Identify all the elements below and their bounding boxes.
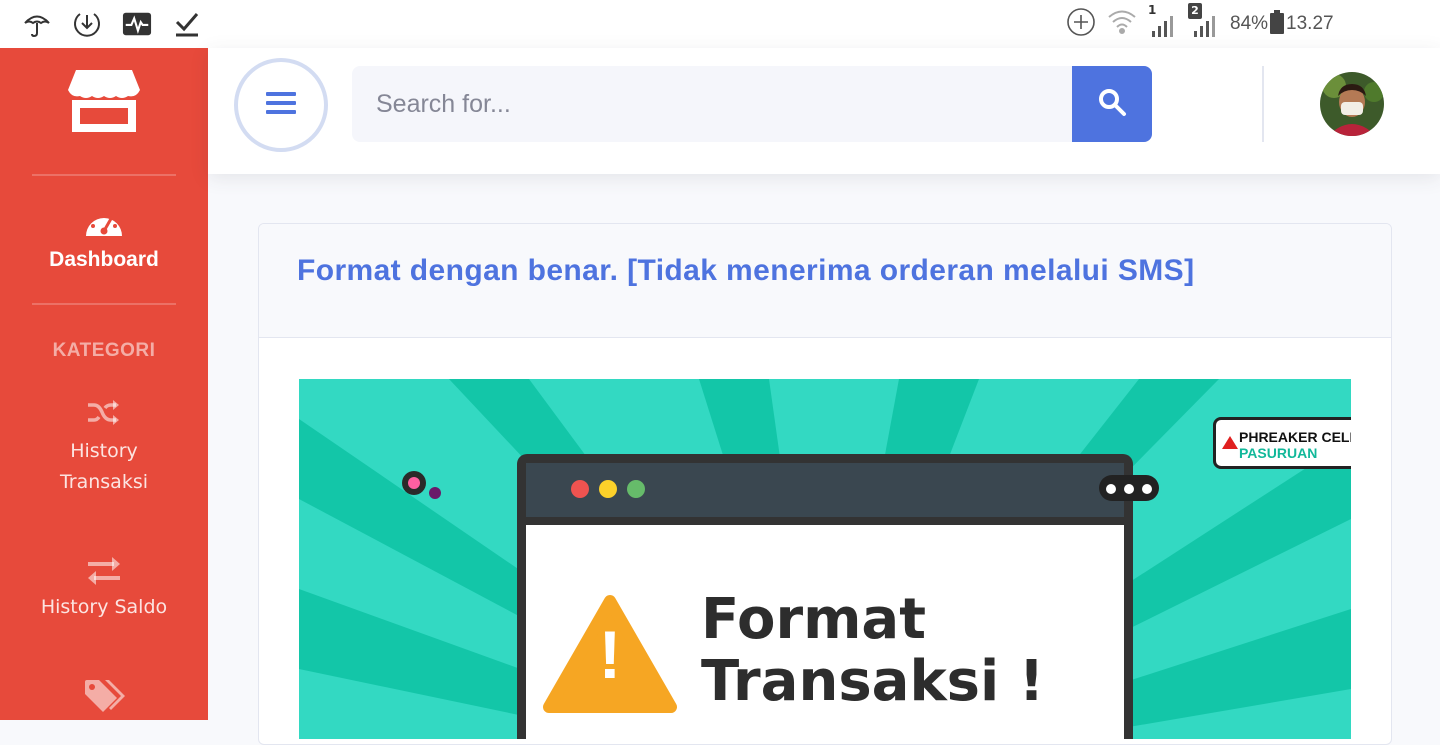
sidebar-item-label: Dashboard — [49, 248, 159, 271]
battery-percent: 84% — [1230, 13, 1269, 34]
exchange-icon — [86, 556, 122, 586]
battery-icon — [1270, 10, 1285, 38]
clock: 13.27 — [1286, 13, 1334, 34]
user-avatar[interactable] — [1320, 72, 1384, 136]
check-icon — [172, 8, 202, 40]
sidebar-item-history-transaksi[interactable]: History Transaksi — [0, 398, 208, 498]
store-logo-icon[interactable] — [64, 68, 144, 134]
sidebar: Dashboard KATEGORI History Transaksi His… — [0, 48, 208, 720]
tags-icon — [83, 678, 125, 714]
warning-icon: ! — [598, 617, 622, 693]
status-bar: 1 2 84% 13.27 — [0, 0, 1440, 48]
topbar — [208, 48, 1440, 174]
download-icon — [72, 8, 102, 40]
sidebar-toggle-button[interactable] — [234, 58, 328, 152]
sidebar-divider — [32, 303, 176, 305]
sidebar-heading-kategori: KATEGORI — [52, 340, 156, 361]
card-header: Format dengan benar. [Tidak menerima ord… — [259, 224, 1391, 338]
sidebar-item-history-saldo[interactable]: History Saldo — [0, 556, 208, 623]
triangle-icon — [1222, 436, 1238, 449]
banner-heading-line2: Transaksi ! — [701, 649, 1045, 714]
phreaker-cell-logo: PHREAKER CELL PASURUAN — [1213, 417, 1351, 469]
sidebar-item-label: History — [70, 440, 138, 462]
shuffle-icon — [86, 398, 122, 428]
sidebar-item-tags[interactable] — [0, 678, 208, 714]
wifi-icon — [1106, 7, 1138, 41]
banner-heading-line1: Format — [701, 587, 926, 652]
announcement-marquee: Format dengan benar. [Tidak menerima ord… — [297, 254, 1195, 287]
search-button[interactable] — [1072, 66, 1152, 142]
topbar-divider — [1262, 66, 1264, 142]
signal-sim1-icon: 1 — [1148, 3, 1178, 39]
brand-line2: PASURUAN — [1239, 445, 1318, 461]
tachometer-icon — [84, 204, 124, 240]
brand-line1: PHREAKER CELL — [1239, 429, 1351, 445]
umbrella-icon — [22, 8, 52, 40]
signal-sim2-icon: 2 — [1188, 3, 1220, 39]
menu-icon — [266, 91, 296, 119]
sidebar-divider — [32, 174, 176, 176]
sidebar-item-label: History Saldo — [40, 596, 168, 618]
format-transaksi-banner: ! PHREAKER CELL PASURUAN Format Transaks… — [299, 379, 1351, 739]
activity-icon — [122, 8, 152, 40]
search-input[interactable] — [352, 66, 1072, 142]
add-circle-icon — [1066, 7, 1096, 41]
announcement-card: Format dengan benar. [Tidak menerima ord… — [258, 223, 1392, 745]
search-icon — [1097, 87, 1127, 121]
search-form — [352, 66, 1152, 142]
sidebar-item-dashboard[interactable]: Dashboard — [0, 204, 208, 272]
sidebar-item-label: Transaksi — [59, 471, 149, 493]
